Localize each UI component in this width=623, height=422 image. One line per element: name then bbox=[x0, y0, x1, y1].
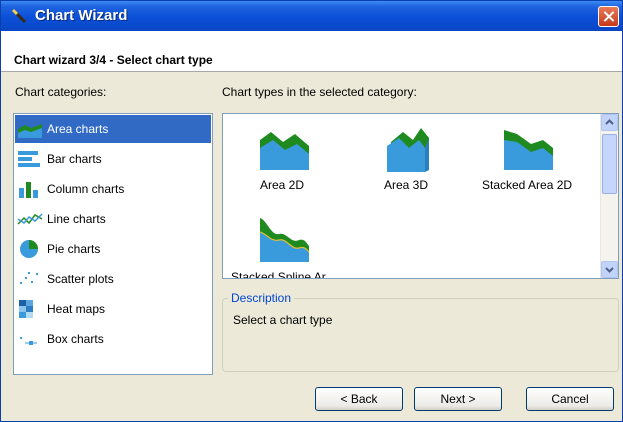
back-button-label: Back bbox=[350, 392, 378, 406]
line-chart-icon bbox=[17, 213, 43, 225]
category-item-scatter-plots[interactable]: Scatter plots bbox=[15, 265, 211, 293]
chart-type-label: Area 2D bbox=[260, 178, 305, 192]
step-title: Chart wizard 3/4 - Select chart type bbox=[14, 53, 213, 67]
area-2d-thumbnail bbox=[260, 132, 309, 170]
category-label: Column charts bbox=[47, 182, 125, 196]
back-button[interactable]: < Back bbox=[315, 387, 403, 411]
category-label: Heat maps bbox=[47, 302, 106, 316]
category-label: Area charts bbox=[47, 122, 109, 136]
heat-map-icon bbox=[19, 300, 33, 318]
category-item-bar-charts[interactable]: Bar charts bbox=[15, 145, 211, 173]
description-legend: Description bbox=[228, 291, 295, 305]
pie-chart-icon bbox=[20, 240, 38, 258]
chart-type-label: Area 3D bbox=[384, 178, 429, 192]
chart-type-label: Stacked Area 2D bbox=[482, 178, 573, 192]
window-title: Chart Wizard bbox=[35, 7, 128, 24]
cancel-button-label: Cancel bbox=[551, 392, 589, 406]
scroll-thumb[interactable] bbox=[602, 134, 617, 194]
scatter-plot-icon bbox=[20, 272, 38, 284]
category-label: Scatter plots bbox=[47, 272, 114, 286]
column-chart-icon bbox=[19, 182, 38, 198]
category-label: Line charts bbox=[47, 212, 106, 226]
category-list[interactable]: Area charts Bar charts Column charts Lin… bbox=[13, 113, 213, 375]
close-button[interactable] bbox=[598, 6, 619, 27]
cancel-button[interactable]: Cancel bbox=[526, 387, 614, 411]
stacked-area-2d-thumbnail bbox=[504, 130, 553, 170]
chart-type-label: Stacked Spline Ar... bbox=[231, 270, 336, 279]
category-label: Pie charts bbox=[47, 242, 101, 256]
next-button-label: Next > bbox=[440, 392, 476, 406]
chart-types-panel: Area 2D Area 3D Stacked Area 2D Stacked … bbox=[222, 113, 619, 279]
types-label: Chart types in the selected category: bbox=[222, 85, 417, 99]
back-button-prefix: < bbox=[340, 392, 351, 406]
category-item-column-charts[interactable]: Column charts bbox=[15, 175, 211, 203]
title-bar[interactable]: Chart Wizard bbox=[1, 1, 622, 31]
area-chart-icon bbox=[18, 124, 42, 138]
chevron-down-icon bbox=[605, 267, 614, 273]
bar-chart-icon bbox=[18, 151, 40, 167]
category-item-box-charts[interactable]: Box charts bbox=[15, 325, 211, 353]
scroll-down-button[interactable] bbox=[601, 261, 618, 278]
scroll-up-button[interactable] bbox=[601, 114, 618, 131]
box-chart-icon bbox=[20, 337, 37, 345]
category-label: Box charts bbox=[47, 332, 104, 346]
next-button[interactable]: Next > bbox=[414, 387, 502, 411]
category-item-heat-maps[interactable]: Heat maps bbox=[15, 295, 211, 323]
category-label: Bar charts bbox=[47, 152, 102, 166]
description-text: Select a chart type bbox=[233, 313, 333, 327]
categories-label: Chart categories: bbox=[15, 85, 107, 99]
category-item-area-charts[interactable]: Area charts bbox=[15, 115, 211, 143]
stacked-spline-area-thumbnail bbox=[259, 218, 310, 262]
vertical-scrollbar[interactable] bbox=[600, 114, 618, 278]
description-group bbox=[222, 298, 619, 372]
wand-icon bbox=[11, 8, 27, 24]
category-item-line-charts[interactable]: Line charts bbox=[15, 205, 211, 233]
category-item-pie-charts[interactable]: Pie charts bbox=[15, 235, 211, 263]
chevron-up-icon bbox=[605, 119, 614, 125]
area-3d-thumbnail bbox=[387, 128, 429, 172]
